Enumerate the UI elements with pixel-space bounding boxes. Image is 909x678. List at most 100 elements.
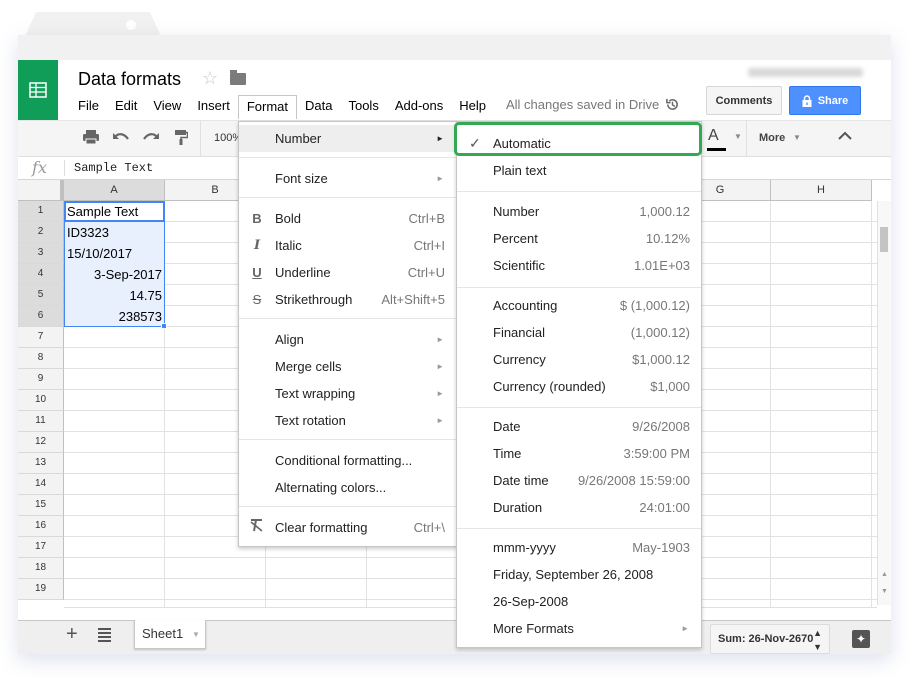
format-example: $1,000.12 — [632, 352, 690, 367]
number-format-more-formats[interactable]: More Formats ► — [457, 615, 701, 642]
format-menu-text-rotation[interactable]: Text rotation ► — [239, 407, 456, 434]
number-format-number[interactable]: Number 1,000.12 — [457, 198, 701, 225]
row-header-6[interactable]: 6 — [18, 306, 64, 327]
row-header-7[interactable]: 7 — [18, 327, 64, 348]
share-button[interactable]: Share — [789, 86, 861, 115]
print-icon[interactable] — [81, 129, 101, 149]
format-menu-italic[interactable]: I Italic Ctrl+I — [239, 232, 456, 259]
menu-format[interactable]: Format — [237, 95, 297, 119]
cell-a6[interactable]: 238573 — [64, 306, 165, 327]
menu-file[interactable]: File — [70, 95, 107, 117]
select-all-corner[interactable] — [18, 180, 64, 201]
vertical-scroll-thumb[interactable] — [880, 227, 888, 252]
format-label: Accounting — [493, 298, 558, 313]
sheet-tab[interactable]: Sheet1 ▼ — [134, 620, 206, 649]
redo-icon[interactable] — [141, 129, 161, 149]
row-header-13[interactable]: 13 — [18, 453, 64, 474]
number-format-duration[interactable]: Duration 24:01:00 — [457, 494, 701, 521]
menu-addons[interactable]: Add-ons — [387, 95, 451, 117]
cell-a2[interactable]: ID3323 — [64, 222, 165, 243]
explore-icon[interactable]: ✦ — [852, 630, 870, 648]
document-title[interactable]: Data formats — [78, 69, 181, 90]
number-format-friday-september-26-2008[interactable]: Friday, September 26, 2008 — [457, 561, 701, 588]
row-header-1[interactable]: 1 — [18, 201, 64, 222]
number-format-plain-text[interactable]: Plain text — [457, 157, 701, 184]
number-format-percent[interactable]: Percent 10.12% — [457, 225, 701, 252]
submenu-arrow-icon: ► — [436, 416, 444, 425]
column-header-a[interactable]: A — [64, 180, 165, 201]
format-menu-underline[interactable]: U Underline Ctrl+U — [239, 259, 456, 286]
row-header-5[interactable]: 5 — [18, 285, 64, 306]
row-header-11[interactable]: 11 — [18, 411, 64, 432]
row-header-14[interactable]: 14 — [18, 474, 64, 495]
folder-icon[interactable] — [230, 70, 246, 85]
row-header-17[interactable]: 17 — [18, 537, 64, 558]
number-format-mmm-yyyy[interactable]: mmm-yyyy May-1903 — [457, 534, 701, 561]
number-format-currency[interactable]: Currency $1,000.12 — [457, 346, 701, 373]
fill-handle[interactable] — [161, 323, 167, 329]
number-format-date-time[interactable]: Date time 9/26/2008 15:59:00 — [457, 467, 701, 494]
row-header-4[interactable]: 4 — [18, 264, 64, 285]
row-header-9[interactable]: 9 — [18, 369, 64, 390]
format-menu-align[interactable]: Align ► — [239, 326, 456, 353]
cell-a5[interactable]: 14.75 — [64, 285, 165, 306]
format-menu-merge-cells[interactable]: Merge cells ► — [239, 353, 456, 380]
row-header-10[interactable]: 10 — [18, 390, 64, 411]
row-header-15[interactable]: 15 — [18, 495, 64, 516]
format-menu-bold[interactable]: B Bold Ctrl+B — [239, 205, 456, 232]
menu-insert[interactable]: Insert — [189, 95, 238, 117]
collapse-toolbar-icon[interactable] — [838, 128, 852, 146]
number-format-financial[interactable]: Financial (1,000.12) — [457, 319, 701, 346]
row-header-19[interactable]: 19 — [18, 579, 64, 600]
cell-a4[interactable]: 3-Sep-2017 — [64, 264, 165, 285]
row-header-12[interactable]: 12 — [18, 432, 64, 453]
save-status[interactable]: All changes saved in Drive — [506, 97, 680, 112]
more-button[interactable]: More — [759, 132, 785, 144]
chevron-down-icon[interactable]: ▼ — [734, 132, 742, 141]
row-header-2[interactable]: 2 — [18, 222, 64, 243]
format-menu-font-size[interactable]: Font size ► — [239, 165, 456, 192]
menu-edit[interactable]: Edit — [107, 95, 145, 117]
menu-view[interactable]: View — [145, 95, 189, 117]
cell-a3[interactable]: 15/10/2017 — [64, 243, 165, 264]
number-format-scientific[interactable]: Scientific 1.01E+03 — [457, 252, 701, 279]
text-color-button[interactable]: A — [708, 127, 719, 145]
format-menu-conditional-formatting[interactable]: Conditional formatting... — [239, 447, 456, 474]
add-sheet-icon[interactable]: + — [66, 623, 78, 646]
menu-help[interactable]: Help — [451, 95, 494, 117]
format-menu-text-wrapping[interactable]: Text wrapping ► — [239, 380, 456, 407]
paint-format-icon[interactable] — [171, 129, 191, 149]
number-format-time[interactable]: Time 3:59:00 PM — [457, 440, 701, 467]
row-header-8[interactable]: 8 — [18, 348, 64, 369]
number-format-automatic[interactable]: ✓ Automatic — [457, 130, 701, 157]
format-menu-strikethrough[interactable]: S Strikethrough Alt+Shift+5 — [239, 286, 456, 313]
star-icon[interactable]: ☆ — [202, 68, 218, 89]
row-header-3[interactable]: 3 — [18, 243, 64, 264]
number-format-date[interactable]: Date 9/26/2008 — [457, 413, 701, 440]
undo-icon[interactable] — [111, 129, 131, 149]
chevron-down-icon[interactable]: ▼ — [192, 630, 200, 639]
row-header-16[interactable]: 16 — [18, 516, 64, 537]
vertical-scrollbar[interactable]: ▲ ▼ — [877, 201, 891, 605]
format-menu-clear-formatting[interactable]: Clear formatting Ctrl+\ — [239, 514, 456, 541]
number-format-accounting[interactable]: Accounting $ (1,000.12) — [457, 292, 701, 319]
number-format-currency-rounded[interactable]: Currency (rounded) $1,000 — [457, 373, 701, 400]
scroll-up-icon[interactable]: ▲ — [881, 571, 888, 578]
format-menu-alternating-colors[interactable]: Alternating colors... — [239, 474, 456, 501]
format-menu-number[interactable]: Number ► — [239, 125, 456, 152]
sum-indicator[interactable]: Sum: 26-Nov-2670 ▲ ▼ — [710, 624, 830, 654]
sort-arrows-icon: ▲ ▼ — [813, 628, 822, 652]
scroll-down-icon[interactable]: ▼ — [881, 588, 888, 595]
all-sheets-icon[interactable] — [98, 628, 111, 642]
number-format-26-sep-2008[interactable]: 26-Sep-2008 — [457, 588, 701, 615]
formula-input[interactable]: Sample Text — [74, 161, 153, 175]
sheets-logo[interactable] — [18, 60, 58, 120]
format-example: 9/26/2008 15:59:00 — [577, 473, 690, 488]
column-header-h[interactable]: H — [771, 180, 872, 201]
row-header-18[interactable]: 18 — [18, 558, 64, 579]
comments-button[interactable]: Comments — [706, 86, 782, 115]
menu-tools[interactable]: Tools — [340, 95, 386, 117]
account-email-blurred[interactable] — [748, 68, 863, 77]
menu-data[interactable]: Data — [297, 95, 340, 117]
format-example: (1,000.12) — [630, 325, 690, 340]
